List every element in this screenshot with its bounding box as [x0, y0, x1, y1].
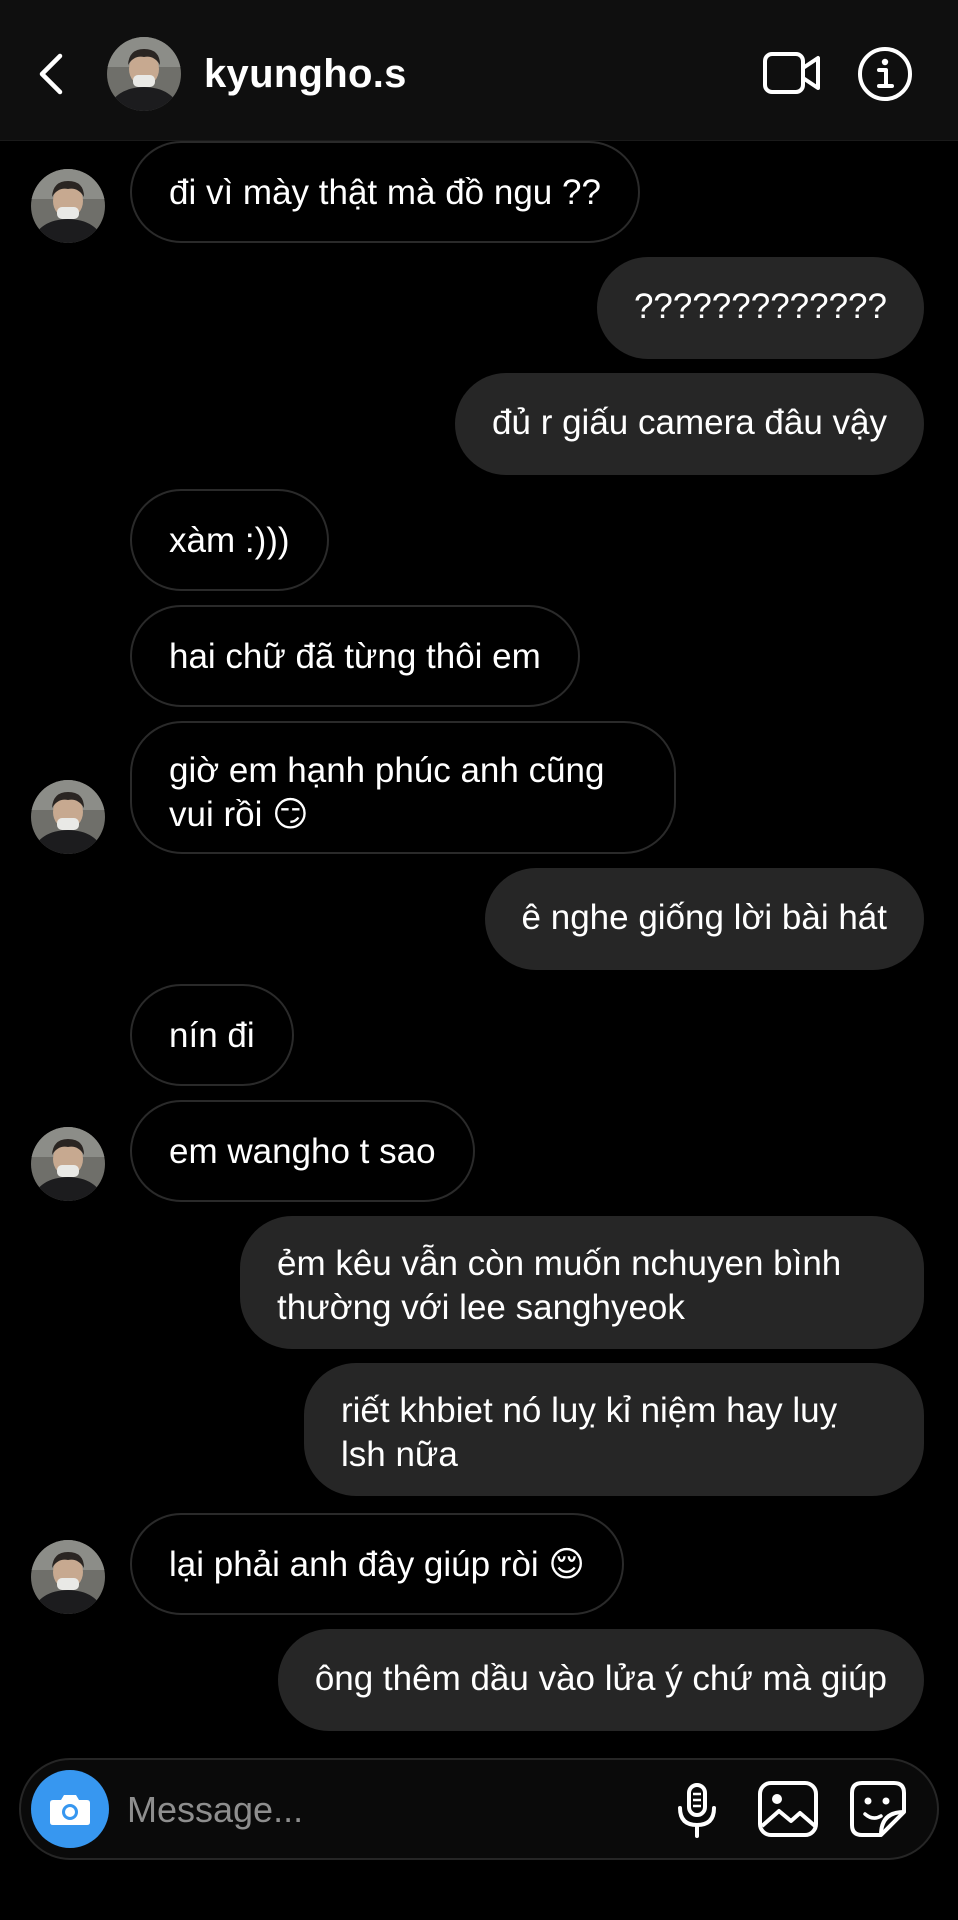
message-input[interactable]	[125, 1784, 649, 1836]
message-text: giờ em hạnh phúc anh cũng vui rồi 😏	[169, 751, 605, 834]
sticker-icon	[850, 1781, 906, 1837]
camera-icon	[50, 1795, 90, 1825]
gallery-button[interactable]	[755, 1778, 821, 1840]
message-text: đủ r giấu camera đâu vậy	[492, 403, 887, 442]
message-text: ?????????????	[633, 287, 887, 326]
message-text: ê nghe giống lời bài hát	[521, 898, 887, 937]
message-text: hai chữ đã từng thôi em	[169, 637, 541, 676]
message-bubble-sent[interactable]: đủ r giấu camera đâu vậy	[455, 373, 924, 475]
message-text: xàm :)))	[169, 521, 290, 560]
gallery-icon	[758, 1781, 818, 1837]
message-bubble-received[interactable]: xàm :)))	[130, 489, 329, 591]
video-call-icon	[763, 52, 820, 94]
microphone-icon	[678, 1783, 716, 1838]
message-text: riết khbiet nó luỵ kỉ niệm hay luỵ lsh n…	[341, 1391, 838, 1474]
voice-message-button[interactable]	[667, 1780, 727, 1840]
message-bubble-sent[interactable]: ẻm kêu vẫn còn muốn nchuyen bình thường …	[240, 1216, 924, 1349]
message-bubble-received[interactable]: em wangho t sao	[130, 1100, 475, 1202]
message-bubble-received[interactable]: đi vì mày thật mà đồ ngu ??	[130, 141, 640, 243]
avatar[interactable]	[107, 37, 181, 111]
message-composer	[19, 1758, 939, 1860]
chat-header: kyungho.s	[0, 0, 958, 141]
chat-username[interactable]: kyungho.s	[204, 50, 407, 98]
sender-avatar[interactable]	[31, 780, 105, 854]
message-text: đi vì mày thật mà đồ ngu ??	[169, 173, 601, 212]
message-bubble-received[interactable]: hai chữ đã từng thôi em	[130, 605, 580, 707]
sender-avatar[interactable]	[31, 1540, 105, 1614]
info-button[interactable]	[857, 46, 913, 102]
sender-avatar[interactable]	[31, 169, 105, 243]
message-bubble-sent[interactable]: ê nghe giống lời bài hát	[484, 868, 924, 970]
message-bubble-received[interactable]: giờ em hạnh phúc anh cũng vui rồi 😏	[130, 721, 676, 854]
sticker-button[interactable]	[847, 1778, 909, 1840]
chevron-left-icon	[39, 53, 63, 95]
message-bubble-sent[interactable]: riết khbiet nó luỵ kỉ niệm hay luỵ lsh n…	[304, 1363, 924, 1496]
message-text: em wangho t sao	[169, 1132, 436, 1171]
camera-button[interactable]	[31, 1770, 109, 1848]
message-bubble-received[interactable]: nín đi	[130, 984, 294, 1086]
message-bubble-sent[interactable]: ?????????????	[596, 257, 924, 359]
sender-avatar[interactable]	[31, 1127, 105, 1201]
info-icon	[858, 47, 912, 101]
back-button[interactable]	[28, 44, 76, 104]
video-call-button[interactable]	[762, 48, 822, 98]
message-text: ông thêm dầu vào lửa ý chứ mà giúp	[314, 1659, 887, 1698]
message-bubble-sent[interactable]: ông thêm dầu vào lửa ý chứ mà giúp	[277, 1629, 924, 1731]
message-bubble-received[interactable]: lại phải anh đây giúp ròi 😌	[130, 1513, 624, 1615]
message-text: ẻm kêu vẫn còn muốn nchuyen bình thường …	[277, 1244, 842, 1327]
message-text: lại phải anh đây giúp ròi 😌	[169, 1545, 585, 1584]
message-text: nín đi	[169, 1016, 255, 1055]
